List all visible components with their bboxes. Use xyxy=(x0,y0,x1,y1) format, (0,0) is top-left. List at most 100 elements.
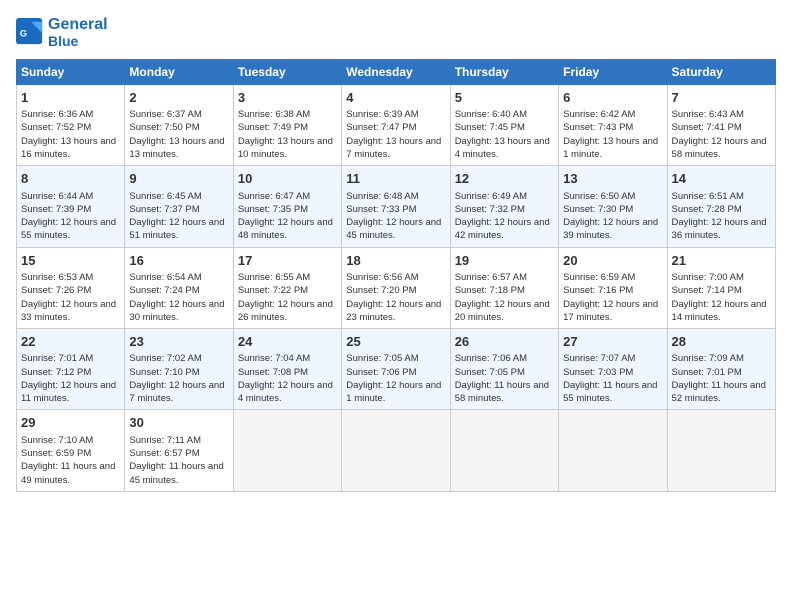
calendar-body: 1Sunrise: 6:36 AMSunset: 7:52 PMDaylight… xyxy=(17,84,776,491)
calendar-week-row: 8Sunrise: 6:44 AMSunset: 7:39 PMDaylight… xyxy=(17,166,776,247)
day-detail: Sunrise: 6:36 AMSunset: 7:52 PMDaylight:… xyxy=(21,108,120,161)
calendar-cell: 15Sunrise: 6:53 AMSunset: 7:26 PMDayligh… xyxy=(17,247,125,328)
day-detail: Sunrise: 6:57 AMSunset: 7:18 PMDaylight:… xyxy=(455,271,554,324)
calendar-cell: 24Sunrise: 7:04 AMSunset: 7:08 PMDayligh… xyxy=(233,329,341,410)
calendar-cell: 3Sunrise: 6:38 AMSunset: 7:49 PMDaylight… xyxy=(233,84,341,165)
calendar-cell: 23Sunrise: 7:02 AMSunset: 7:10 PMDayligh… xyxy=(125,329,233,410)
day-number: 24 xyxy=(238,333,337,351)
day-detail: Sunrise: 6:39 AMSunset: 7:47 PMDaylight:… xyxy=(346,108,445,161)
calendar-cell: 9Sunrise: 6:45 AMSunset: 7:37 PMDaylight… xyxy=(125,166,233,247)
calendar-container: G General Blue SundayMondayTuesdayWednes… xyxy=(0,0,792,500)
day-number: 28 xyxy=(672,333,771,351)
column-header-tuesday: Tuesday xyxy=(233,59,341,84)
day-number: 2 xyxy=(129,89,228,107)
day-number: 11 xyxy=(346,170,445,188)
day-detail: Sunrise: 6:47 AMSunset: 7:35 PMDaylight:… xyxy=(238,190,337,243)
calendar-table: SundayMondayTuesdayWednesdayThursdayFrid… xyxy=(16,59,776,492)
svg-text:G: G xyxy=(20,29,27,39)
calendar-cell: 7Sunrise: 6:43 AMSunset: 7:41 PMDaylight… xyxy=(667,84,775,165)
day-detail: Sunrise: 6:37 AMSunset: 7:50 PMDaylight:… xyxy=(129,108,228,161)
calendar-cell: 16Sunrise: 6:54 AMSunset: 7:24 PMDayligh… xyxy=(125,247,233,328)
day-number: 17 xyxy=(238,252,337,270)
day-number: 22 xyxy=(21,333,120,351)
day-detail: Sunrise: 6:38 AMSunset: 7:49 PMDaylight:… xyxy=(238,108,337,161)
calendar-cell: 25Sunrise: 7:05 AMSunset: 7:06 PMDayligh… xyxy=(342,329,450,410)
calendar-week-row: 1Sunrise: 6:36 AMSunset: 7:52 PMDaylight… xyxy=(17,84,776,165)
calendar-week-row: 22Sunrise: 7:01 AMSunset: 7:12 PMDayligh… xyxy=(17,329,776,410)
calendar-cell: 1Sunrise: 6:36 AMSunset: 7:52 PMDaylight… xyxy=(17,84,125,165)
day-detail: Sunrise: 6:50 AMSunset: 7:30 PMDaylight:… xyxy=(563,190,662,243)
day-number: 16 xyxy=(129,252,228,270)
day-detail: Sunrise: 6:44 AMSunset: 7:39 PMDaylight:… xyxy=(21,190,120,243)
day-number: 30 xyxy=(129,414,228,432)
column-header-monday: Monday xyxy=(125,59,233,84)
calendar-week-row: 29Sunrise: 7:10 AMSunset: 6:59 PMDayligh… xyxy=(17,410,776,491)
calendar-cell: 19Sunrise: 6:57 AMSunset: 7:18 PMDayligh… xyxy=(450,247,558,328)
day-detail: Sunrise: 7:02 AMSunset: 7:10 PMDaylight:… xyxy=(129,352,228,405)
day-number: 20 xyxy=(563,252,662,270)
day-detail: Sunrise: 7:06 AMSunset: 7:05 PMDaylight:… xyxy=(455,352,554,405)
calendar-cell: 13 Sunrise: 6:50 AMSunset: 7:30 PMDayligh… xyxy=(559,166,667,247)
calendar-cell: 29Sunrise: 7:10 AMSunset: 6:59 PMDayligh… xyxy=(17,410,125,491)
day-number: 26 xyxy=(455,333,554,351)
day-number: 7 xyxy=(672,89,771,107)
day-number: 23 xyxy=(129,333,228,351)
calendar-header-row: SundayMondayTuesdayWednesdayThursdayFrid… xyxy=(17,59,776,84)
day-detail: Sunrise: 6:48 AMSunset: 7:33 PMDaylight:… xyxy=(346,190,445,243)
calendar-cell: 11 Sunrise: 6:48 AMSunset: 7:33 PMDayligh… xyxy=(342,166,450,247)
day-detail: Sunrise: 6:55 AMSunset: 7:22 PMDaylight:… xyxy=(238,271,337,324)
calendar-cell: 2Sunrise: 6:37 AMSunset: 7:50 PMDaylight… xyxy=(125,84,233,165)
day-detail: Sunrise: 6:42 AMSunset: 7:43 PMDaylight:… xyxy=(563,108,662,161)
calendar-cell: 28Sunrise: 7:09 AMSunset: 7:01 PMDayligh… xyxy=(667,329,775,410)
day-number: 3 xyxy=(238,89,337,107)
day-number: 29 xyxy=(21,414,120,432)
day-number: 5 xyxy=(455,89,554,107)
column-header-sunday: Sunday xyxy=(17,59,125,84)
column-header-friday: Friday xyxy=(559,59,667,84)
day-detail: Sunrise: 7:01 AMSunset: 7:12 PMDaylight:… xyxy=(21,352,120,405)
calendar-cell: 8Sunrise: 6:44 AMSunset: 7:39 PMDaylight… xyxy=(17,166,125,247)
day-number: 10 xyxy=(238,170,337,188)
header: G General Blue xyxy=(16,16,776,49)
column-header-saturday: Saturday xyxy=(667,59,775,84)
day-detail: Sunrise: 7:05 AMSunset: 7:06 PMDaylight:… xyxy=(346,352,445,405)
calendar-cell: 30Sunrise: 7:11 AMSunset: 6:57 PMDayligh… xyxy=(125,410,233,491)
day-number: 18 xyxy=(346,252,445,270)
day-detail: Sunrise: 6:51 AMSunset: 7:28 PMDaylight:… xyxy=(672,190,771,243)
calendar-cell: 17Sunrise: 6:55 AMSunset: 7:22 PMDayligh… xyxy=(233,247,341,328)
day-number: 12 xyxy=(455,170,554,188)
calendar-cell: 18Sunrise: 6:56 AMSunset: 7:20 PMDayligh… xyxy=(342,247,450,328)
day-detail: Sunrise: 6:43 AMSunset: 7:41 PMDaylight:… xyxy=(672,108,771,161)
logo-text: General Blue xyxy=(48,16,108,49)
calendar-cell: 10 Sunrise: 6:47 AMSunset: 7:35 PMDayligh… xyxy=(233,166,341,247)
calendar-cell: 22Sunrise: 7:01 AMSunset: 7:12 PMDayligh… xyxy=(17,329,125,410)
day-number: 4 xyxy=(346,89,445,107)
day-number: 14 xyxy=(672,170,771,188)
day-detail: Sunrise: 6:49 AMSunset: 7:32 PMDaylight:… xyxy=(455,190,554,243)
calendar-cell: 20Sunrise: 6:59 AMSunset: 7:16 PMDayligh… xyxy=(559,247,667,328)
day-number: 21 xyxy=(672,252,771,270)
column-header-wednesday: Wednesday xyxy=(342,59,450,84)
calendar-cell: 27Sunrise: 7:07 AMSunset: 7:03 PMDayligh… xyxy=(559,329,667,410)
day-number: 25 xyxy=(346,333,445,351)
calendar-cell: 12 Sunrise: 6:49 AMSunset: 7:32 PMDayligh… xyxy=(450,166,558,247)
calendar-cell: 4Sunrise: 6:39 AMSunset: 7:47 PMDaylight… xyxy=(342,84,450,165)
day-number: 27 xyxy=(563,333,662,351)
day-number: 6 xyxy=(563,89,662,107)
calendar-cell xyxy=(450,410,558,491)
calendar-week-row: 15Sunrise: 6:53 AMSunset: 7:26 PMDayligh… xyxy=(17,247,776,328)
calendar-cell: 26Sunrise: 7:06 AMSunset: 7:05 PMDayligh… xyxy=(450,329,558,410)
day-detail: Sunrise: 6:59 AMSunset: 7:16 PMDaylight:… xyxy=(563,271,662,324)
calendar-cell xyxy=(233,410,341,491)
calendar-cell xyxy=(559,410,667,491)
day-detail: Sunrise: 7:07 AMSunset: 7:03 PMDaylight:… xyxy=(563,352,662,405)
calendar-cell: 5Sunrise: 6:40 AMSunset: 7:45 PMDaylight… xyxy=(450,84,558,165)
day-detail: Sunrise: 6:45 AMSunset: 7:37 PMDaylight:… xyxy=(129,190,228,243)
day-number: 1 xyxy=(21,89,120,107)
calendar-cell: 14 Sunrise: 6:51 AMSunset: 7:28 PMDayligh… xyxy=(667,166,775,247)
calendar-cell: 21Sunrise: 7:00 AMSunset: 7:14 PMDayligh… xyxy=(667,247,775,328)
day-number: 13 xyxy=(563,170,662,188)
day-detail: Sunrise: 6:53 AMSunset: 7:26 PMDaylight:… xyxy=(21,271,120,324)
day-detail: Sunrise: 6:56 AMSunset: 7:20 PMDaylight:… xyxy=(346,271,445,324)
day-detail: Sunrise: 7:09 AMSunset: 7:01 PMDaylight:… xyxy=(672,352,771,405)
